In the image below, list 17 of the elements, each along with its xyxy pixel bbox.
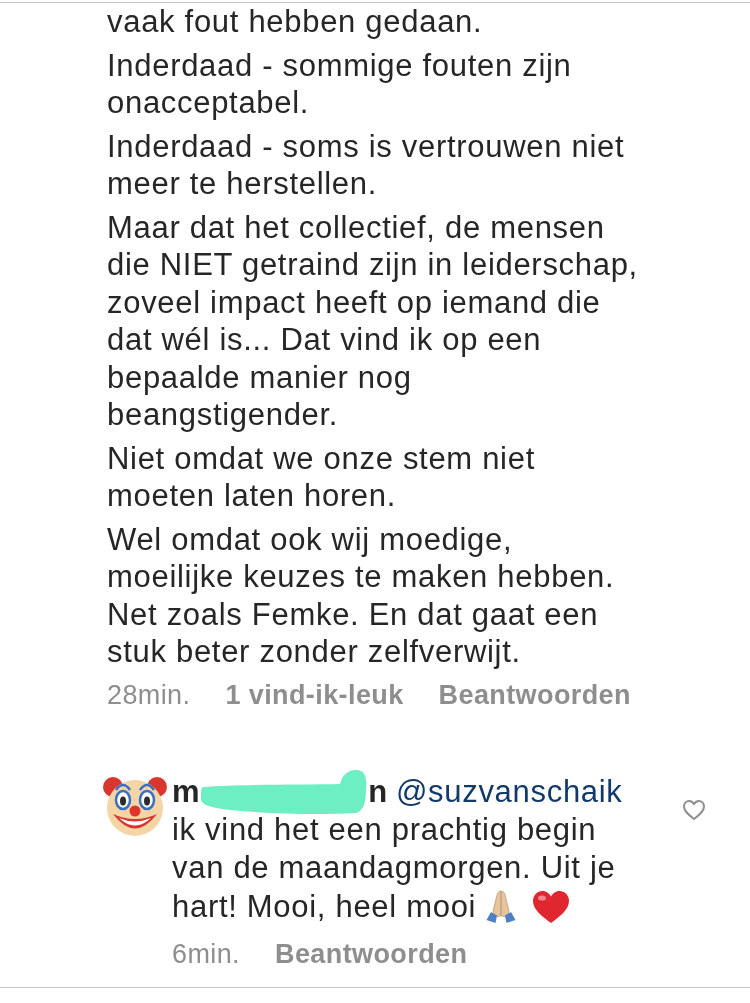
mention-link[interactable]: @suzvanschaik (395, 772, 623, 811)
comment-text: Inderdaad - sommige fouten zijn onacceptabel. (107, 46, 573, 122)
heart-emoji-icon (532, 890, 571, 925)
timestamp-text: 6min. (172, 937, 241, 971)
comment-text: Niet omdat we onze stem niet moeten laten horen. (107, 439, 536, 515)
comment-text: vaak fout hebben gedaan. (107, 3, 484, 41)
heart-icon[interactable] (682, 798, 706, 821)
praying-hands-icon (486, 890, 517, 925)
timestamp-text: 28min. (107, 678, 191, 712)
reply-text: hart! Mooi, heel mooi (172, 887, 477, 926)
reply-text: van de maandagmorgen. Uit je (172, 849, 616, 888)
username-fragment[interactable]: n (368, 772, 388, 811)
comment-text: Maar dat het collectief, de mensen die NIET getraind zijn in leiderschap, zoveel impact heeft op iemand die dat wél is... Dat vind ik op een bepaalde manier nog beangstigender. (107, 208, 639, 434)
reply-text: ik vind het een prachtig begin (172, 810, 597, 849)
comment-text: Wel omdat ook wij moedige, moeilijke keuzes te maken hebben. Net zoals Femke. En dat gaat een stuk beter zonder zelfverwijt. (107, 520, 616, 671)
comment-text: Inderdaad - soms is vertrouwen niet meer te herstellen. (107, 127, 626, 203)
username-fragment[interactable]: m (172, 772, 201, 811)
